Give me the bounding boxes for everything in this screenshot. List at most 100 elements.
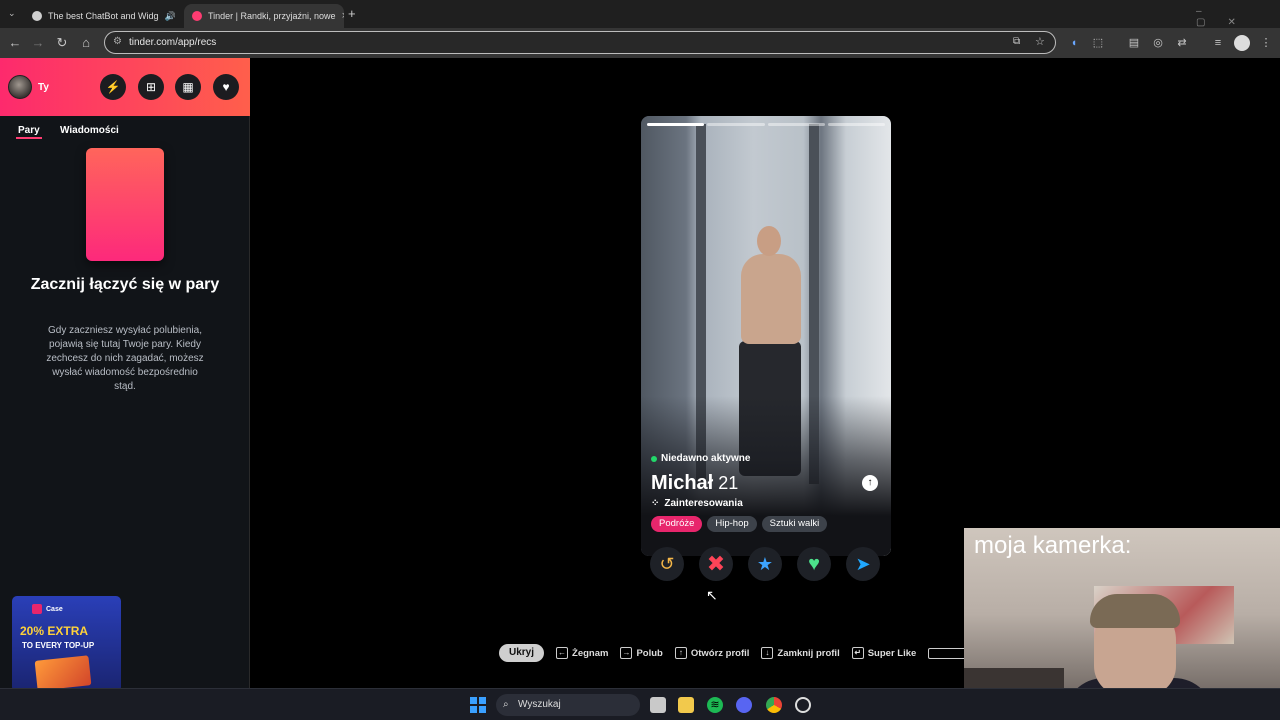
install-icon[interactable]: ⧉ xyxy=(1013,36,1020,47)
shop-icon[interactable]: ▦ xyxy=(175,74,201,100)
translate-icon[interactable]: ⇄ xyxy=(1174,35,1190,51)
photo-indicator[interactable] xyxy=(647,123,705,126)
nope-button[interactable]: ✖ xyxy=(699,547,733,581)
browser-tab-strip: ⌄ The best ChatBot and Widg 🔊 × Tinder |… xyxy=(0,0,1280,28)
start-tile xyxy=(479,697,486,704)
new-tab-button[interactable]: + xyxy=(348,6,356,21)
chrome-icon[interactable] xyxy=(766,697,782,713)
forward-icon[interactable]: → xyxy=(29,34,47,52)
interests-label: Zainteresowania xyxy=(664,498,743,509)
super-like-button[interactable]: ★ xyxy=(748,547,782,581)
close-icon[interactable]: × xyxy=(342,10,344,22)
interest-chip: Hip-hop xyxy=(707,516,757,532)
star-icon: ★ xyxy=(756,554,774,574)
photo-indicator[interactable] xyxy=(707,123,765,126)
ad-case-image xyxy=(34,655,92,691)
ad-banner[interactable]: Case 20% EXTRA TO EVERY TOP-UP xyxy=(12,596,121,692)
read-aloud-icon[interactable]: ◖ xyxy=(1066,35,1082,51)
tab-chatbot[interactable]: The best ChatBot and Widg 🔊 × xyxy=(24,4,182,28)
boost-icon[interactable]: ⚡ xyxy=(100,74,126,100)
extensions-icon[interactable]: ⬚ xyxy=(1090,35,1106,51)
heart-icon: ♥ xyxy=(808,553,820,575)
profile-icon[interactable] xyxy=(1234,35,1250,51)
tab-title: Tinder | Randki, przyjaźni, nowe xyxy=(208,11,336,21)
profile-age: 21 xyxy=(718,473,739,493)
rewind-button[interactable]: ↺ xyxy=(650,547,684,581)
interest-chips: Podróże Hip-hop Sztuki walki xyxy=(651,516,828,532)
open-profile-arrow-icon[interactable]: ↑ xyxy=(862,475,878,491)
empty-state-title: Zacznij łączyć się w pary xyxy=(30,276,220,293)
interests-icon: ⁘ xyxy=(651,498,660,509)
paper-plane-icon: ➤ xyxy=(855,554,871,574)
enter-key-icon: ↵ xyxy=(851,647,864,659)
shortcut-label: Zamknij profil xyxy=(777,647,840,659)
ad-subline: TO EVERY TOP-UP xyxy=(22,641,95,650)
ad-logo-icon xyxy=(32,604,42,614)
down-key-icon: ↓ xyxy=(761,647,774,659)
send-button[interactable]: ➤ xyxy=(846,547,880,581)
photo-detail xyxy=(741,254,801,344)
photo-progress[interactable] xyxy=(647,123,885,126)
shortcut-close-profile: ↓ Zamknij profil xyxy=(761,647,840,659)
photo-indicator[interactable] xyxy=(827,123,885,126)
tinder-favicon-icon xyxy=(192,11,202,21)
activity-text: Niedawno aktywne xyxy=(661,453,751,464)
windows-start-icon[interactable] xyxy=(470,697,486,713)
like-button[interactable]: ♥ xyxy=(797,547,831,581)
home-icon[interactable]: ⌂ xyxy=(77,34,95,52)
start-tile xyxy=(470,706,477,713)
interest-chip: Sztuki walki xyxy=(761,516,828,532)
right-key-icon: → xyxy=(620,647,633,659)
shortcut-label: Otwórz profil xyxy=(690,647,750,659)
user-label[interactable]: Ty xyxy=(38,82,49,93)
webcam-label: moja kamerka: xyxy=(974,532,1132,559)
up-key-icon: ↑ xyxy=(674,647,687,659)
tab-tinder[interactable]: Tinder | Randki, przyjaźni, nowe × xyxy=(184,4,344,28)
obs-icon[interactable] xyxy=(795,697,811,713)
url-text: tinder.com/app/recs xyxy=(129,37,217,48)
rewind-icon: ↺ xyxy=(659,554,675,574)
shortcut-label: Żegnam xyxy=(572,647,609,659)
collections-icon[interactable]: ▤ xyxy=(1126,35,1142,51)
photo-indicator[interactable] xyxy=(767,123,825,126)
sidebar-header: Ty ⚡ ⊞ ▦ ♥ xyxy=(0,58,250,116)
tab-messages[interactable]: Wiadomości xyxy=(60,125,119,136)
explore-icon[interactable]: ⊞ xyxy=(138,74,164,100)
online-dot-icon xyxy=(651,455,657,462)
site-info-icon[interactable]: ⚙ xyxy=(113,36,122,47)
start-tile xyxy=(470,697,477,704)
discord-icon[interactable] xyxy=(736,697,752,713)
menu-icon[interactable]: ⋮ xyxy=(1258,35,1274,51)
bookmark-star-icon[interactable]: ☆ xyxy=(1035,35,1045,48)
close-icon: ✖ xyxy=(706,551,726,576)
file-explorer-icon[interactable] xyxy=(678,697,694,713)
address-bar[interactable]: ⚙ tinder.com/app/recs ⧉ ☆ xyxy=(104,31,1056,54)
mouse-cursor-icon: ↖ xyxy=(706,587,718,603)
tab-search-icon[interactable]: ⌄ xyxy=(8,8,16,19)
taskbar-search[interactable]: ⌕ Wyszukaj xyxy=(496,694,640,716)
start-tile xyxy=(479,706,486,713)
spotify-icon[interactable]: ≋ xyxy=(707,697,723,713)
shortcut-open-profile: ↑ Otwórz profil xyxy=(674,647,750,659)
tab-matches[interactable]: Pary xyxy=(18,125,40,136)
audio-icon: 🔊 xyxy=(164,10,176,21)
search-icon: ⌕ xyxy=(503,699,509,710)
back-icon[interactable]: ← xyxy=(6,34,24,52)
empty-matches-card xyxy=(86,148,164,261)
hide-shortcuts-button[interactable]: Ukryj xyxy=(499,644,545,662)
avatar[interactable] xyxy=(8,75,32,99)
matches-sidebar: Ty ⚡ ⊞ ▦ ♥ Pary Wiadomości Zacznij łączy… xyxy=(0,58,250,692)
reload-icon[interactable]: ↻ xyxy=(53,34,71,52)
photo-detail xyxy=(757,226,781,256)
profile-name-row: Michał 21 xyxy=(651,472,738,495)
shortcut-label: Polub xyxy=(636,647,663,659)
task-view-icon[interactable] xyxy=(650,697,666,713)
safety-shield-icon[interactable]: ♥ xyxy=(213,74,239,100)
taskbar-search-placeholder: Wyszukaj xyxy=(518,699,561,710)
screenshot-icon[interactable]: ◎ xyxy=(1150,35,1166,51)
favorites-icon[interactable]: ≡ xyxy=(1210,35,1226,51)
profile-name: Michał xyxy=(651,472,714,494)
profile-card[interactable]: Niedawno aktywne Michał 21 ↑ ⁘ Zaintereso… xyxy=(641,116,891,556)
window-controls[interactable]: –▢✕ xyxy=(1196,6,1280,28)
chatbot-favicon-icon xyxy=(32,11,42,21)
